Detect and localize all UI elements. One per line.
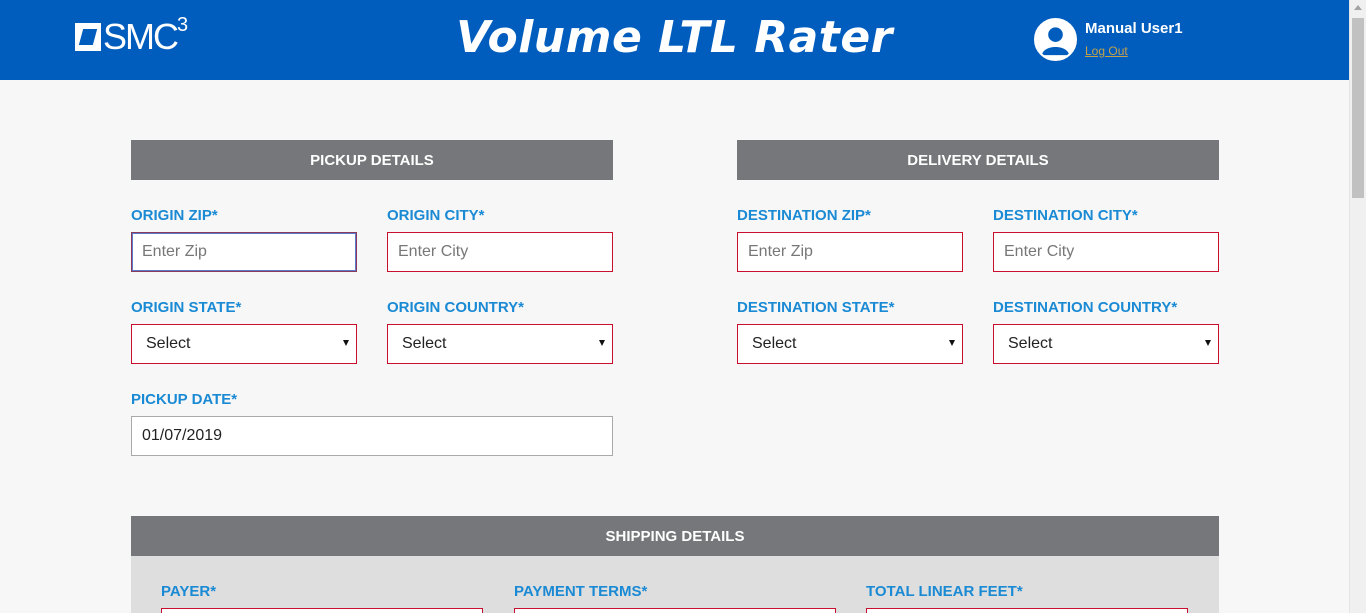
payer-label: PAYER* xyxy=(161,583,217,600)
destination-country-select[interactable]: Select xyxy=(993,324,1219,364)
origin-zip-input[interactable]: Enter Zip xyxy=(131,232,357,272)
origin-state-select[interactable]: Select xyxy=(131,324,357,364)
payer-select[interactable] xyxy=(161,608,483,613)
payment-terms-select[interactable] xyxy=(514,608,836,613)
pickup-date-label: PICKUP DATE* xyxy=(131,391,238,408)
dropdown-caret-icon xyxy=(949,340,955,346)
dropdown-caret-icon xyxy=(599,340,605,346)
pickup-date-input[interactable]: 01/07/2019 xyxy=(131,416,613,456)
user-name: Manual User1 xyxy=(1085,20,1183,37)
origin-state-label: ORIGIN STATE* xyxy=(131,299,242,316)
user-avatar-icon[interactable] xyxy=(1034,18,1077,61)
destination-zip-label: DESTINATION ZIP* xyxy=(737,207,871,224)
dropdown-caret-icon xyxy=(343,340,349,346)
scrollbar-thumb[interactable] xyxy=(1352,18,1364,198)
total-linear-feet-input[interactable] xyxy=(866,608,1188,613)
dropdown-caret-icon xyxy=(1205,340,1211,346)
destination-zip-input[interactable]: Enter Zip xyxy=(737,232,963,272)
shipping-details-header: SHIPPING DETAILS xyxy=(131,516,1219,556)
app-header: SMC3 Volume LTL Rater Manual User1 Log O… xyxy=(0,0,1349,80)
origin-city-label: ORIGIN CITY* xyxy=(387,207,485,224)
destination-state-label: DESTINATION STATE* xyxy=(737,299,895,316)
destination-city-label: DESTINATION CITY* xyxy=(993,207,1138,224)
logout-link[interactable]: Log Out xyxy=(1085,44,1128,58)
destination-country-label: DESTINATION COUNTRY* xyxy=(993,299,1178,316)
payment-terms-label: PAYMENT TERMS* xyxy=(514,583,648,600)
shipping-details-panel xyxy=(131,556,1219,613)
destination-city-input[interactable]: Enter City xyxy=(993,232,1219,272)
pickup-details-header: PICKUP DETAILS xyxy=(131,140,613,180)
origin-city-input[interactable]: Enter City xyxy=(387,232,613,272)
total-linear-feet-label: TOTAL LINEAR FEET* xyxy=(866,583,1023,600)
origin-country-label: ORIGIN COUNTRY* xyxy=(387,299,524,316)
scroll-up-arrow-icon[interactable] xyxy=(1354,5,1362,10)
origin-zip-label: ORIGIN ZIP* xyxy=(131,207,218,224)
destination-state-select[interactable]: Select xyxy=(737,324,963,364)
origin-country-select[interactable]: Select xyxy=(387,324,613,364)
delivery-details-header: DELIVERY DETAILS xyxy=(737,140,1219,180)
page-scrollbar[interactable] xyxy=(1349,0,1366,613)
